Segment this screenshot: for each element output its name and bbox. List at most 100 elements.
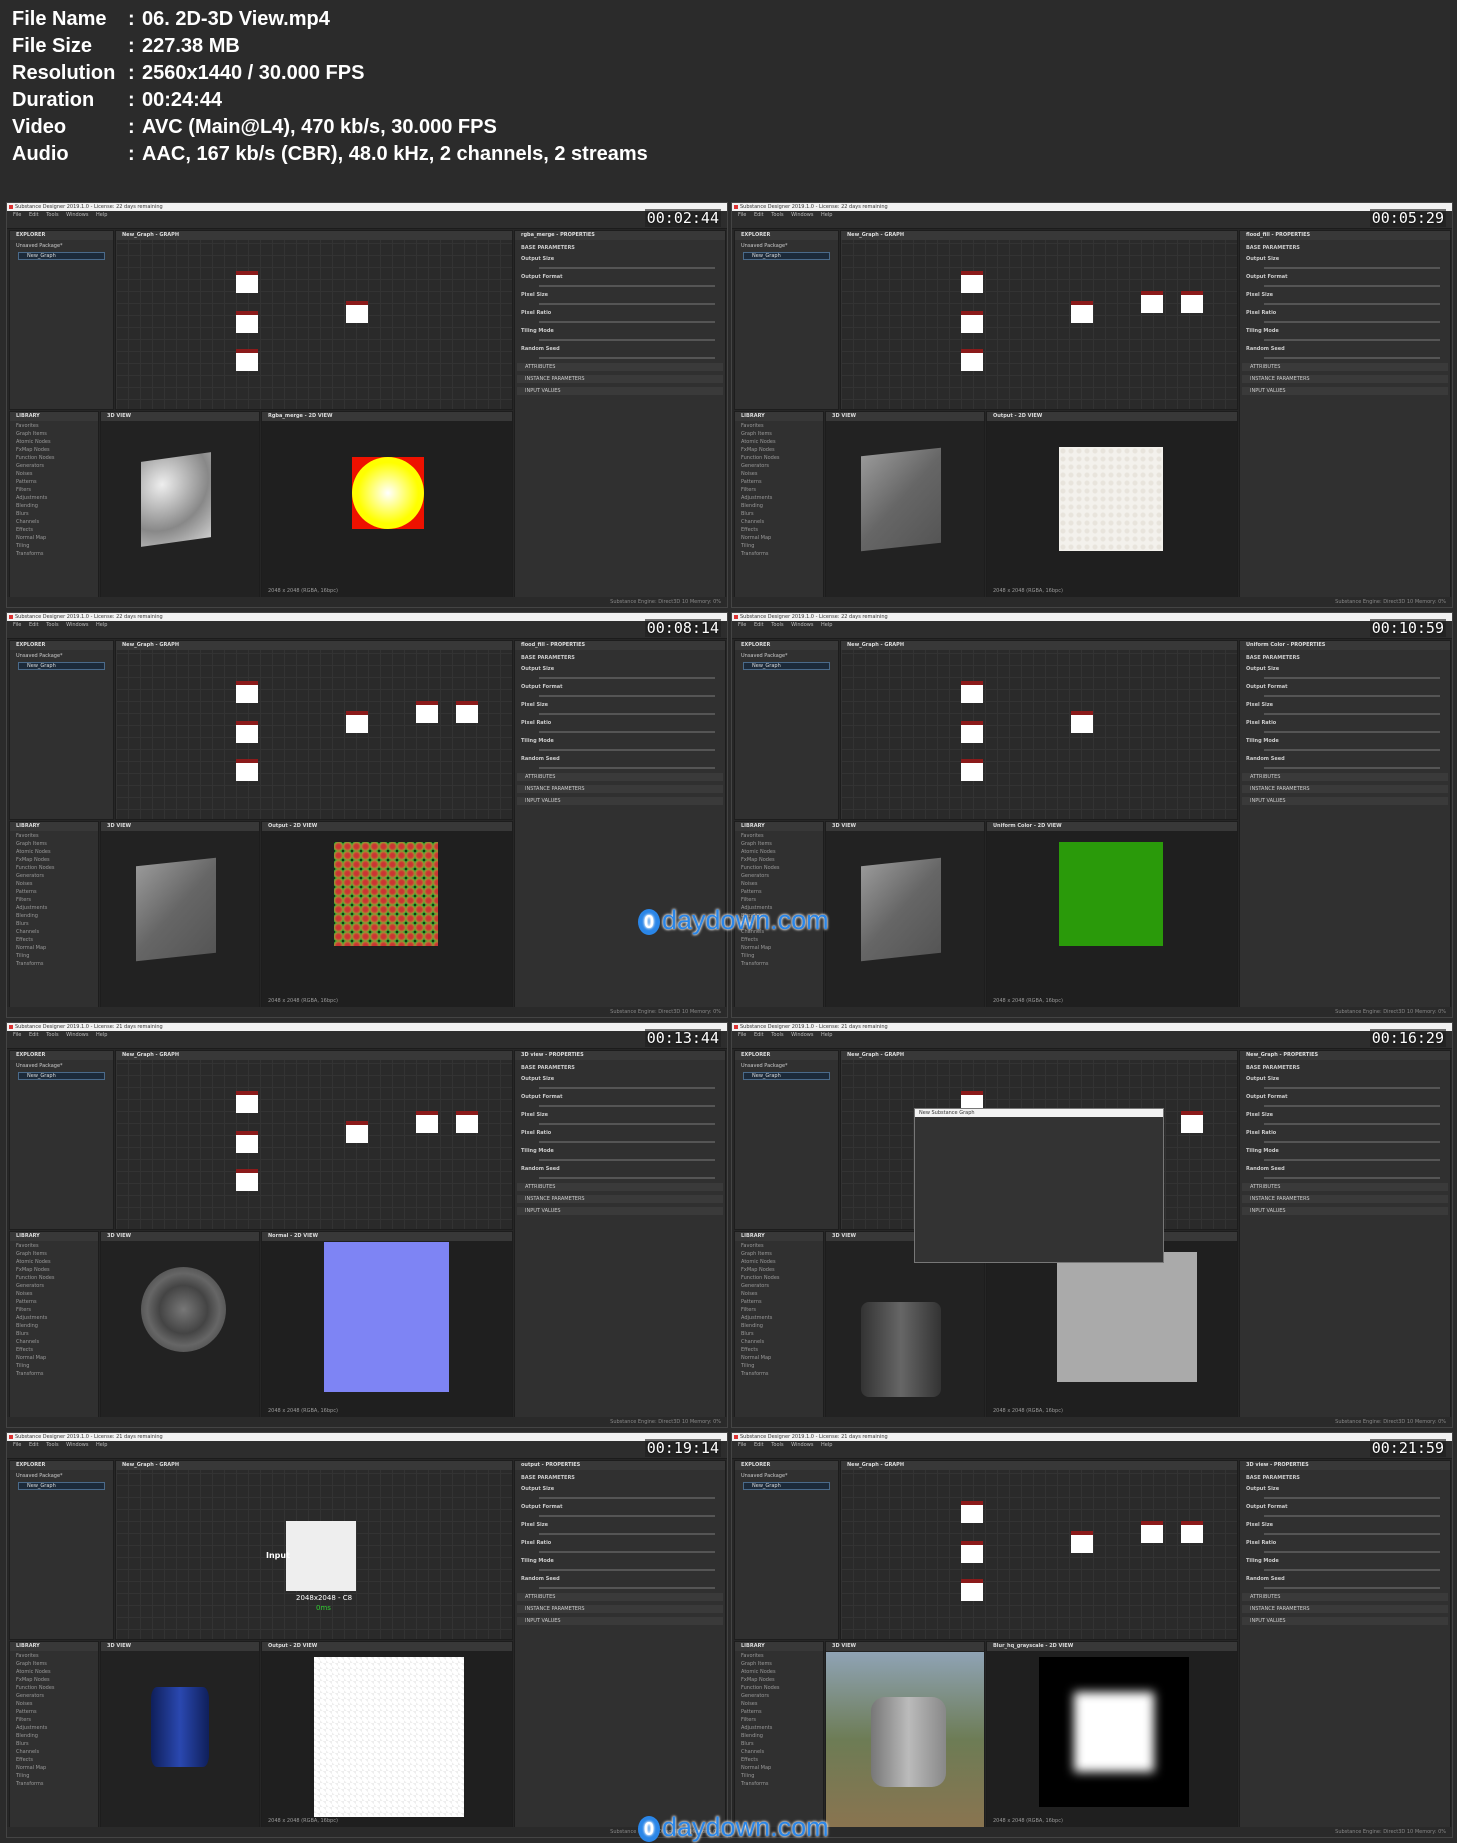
graph-node[interactable] [346, 711, 368, 733]
property-slider[interactable] [539, 1587, 715, 1589]
library-item[interactable]: Effects [741, 937, 817, 943]
library-item[interactable]: Transforms [741, 961, 817, 967]
library-item[interactable]: Effects [16, 1347, 92, 1353]
graph-item[interactable]: New_Graph [743, 662, 830, 670]
graph-panel[interactable]: New_Graph - GRAPH [115, 230, 513, 410]
graph-node[interactable] [346, 301, 368, 323]
library-item[interactable]: Adjustments [741, 1315, 817, 1321]
library-item[interactable]: Blending [16, 503, 92, 509]
property-slider[interactable] [1264, 303, 1440, 305]
library-item[interactable]: Noises [16, 471, 92, 477]
graph-node[interactable] [236, 271, 258, 293]
library-item[interactable]: Filters [16, 1717, 92, 1723]
2d-view-panel[interactable]: Output - 2D VIEW 2048 x 2048 (RGBA, 16bp… [986, 411, 1238, 599]
property-section[interactable]: INSTANCE PARAMETERS [1242, 1195, 1448, 1203]
property-section[interactable]: INSTANCE PARAMETERS [517, 375, 723, 383]
graph-node[interactable] [961, 721, 983, 743]
library-item[interactable]: Tiling [16, 1773, 92, 1779]
package-item[interactable]: Unsaved Package* [16, 1473, 107, 1479]
menu-bar[interactable]: File Edit Tools Windows Help [7, 1031, 727, 1039]
property-section[interactable]: INSTANCE PARAMETERS [517, 1605, 723, 1613]
library-item[interactable]: Generators [16, 1693, 92, 1699]
graph-node[interactable] [1071, 711, 1093, 733]
library-item[interactable]: Normal Map [16, 1765, 92, 1771]
property-section[interactable]: INPUT VALUES [517, 797, 723, 805]
video-thumbnail[interactable]: Substance Designer 2019.1.0 - License: 2… [731, 1432, 1453, 1838]
property-section[interactable]: ATTRIBUTES [1242, 773, 1448, 781]
library-item[interactable]: Function Nodes [741, 1685, 817, 1691]
property-slider[interactable] [1264, 1551, 1440, 1553]
graph-item[interactable]: New_Graph [743, 252, 830, 260]
graph-node[interactable] [236, 1169, 258, 1191]
graph-node[interactable] [236, 1091, 258, 1113]
property-slider[interactable] [539, 321, 715, 323]
library-item[interactable]: Patterns [16, 1709, 92, 1715]
graph-node[interactable] [961, 1501, 983, 1523]
library-item[interactable]: Blurs [16, 1331, 92, 1337]
graph-node[interactable] [346, 1121, 368, 1143]
property-section[interactable]: ATTRIBUTES [517, 773, 723, 781]
3d-view-panel[interactable]: 3D VIEW [100, 411, 260, 599]
video-thumbnail[interactable]: Substance Designer 2019.1.0 - License: 2… [731, 202, 1453, 608]
menu-bar[interactable]: File Edit Tools Windows Help [732, 621, 1452, 629]
property-slider[interactable] [539, 1569, 715, 1571]
graph-node[interactable] [961, 349, 983, 371]
graph-node[interactable] [1141, 1521, 1163, 1543]
library-item[interactable]: Filters [16, 1307, 92, 1313]
library-item[interactable]: Channels [741, 1339, 817, 1345]
menu-bar[interactable]: File Edit Tools Windows Help [7, 1441, 727, 1449]
library-item[interactable]: Blending [741, 1323, 817, 1329]
library-item[interactable]: Atomic Nodes [741, 849, 817, 855]
menu-bar[interactable]: File Edit Tools Windows Help [732, 211, 1452, 219]
library-item[interactable]: Atomic Nodes [16, 849, 92, 855]
video-thumbnail[interactable]: Substance Designer 2019.1.0 - License: 2… [731, 612, 1453, 1018]
package-item[interactable]: Unsaved Package* [741, 243, 832, 249]
3d-view-panel[interactable]: 3D VIEW [100, 1641, 260, 1829]
library-item[interactable]: FxMap Nodes [16, 857, 92, 863]
menu-bar[interactable]: File Edit Tools Windows Help [732, 1031, 1452, 1039]
library-item[interactable]: Function Nodes [16, 1685, 92, 1691]
library-item[interactable]: Favorites [741, 1653, 817, 1659]
library-item[interactable]: Transforms [741, 1371, 817, 1377]
property-slider[interactable] [1264, 1569, 1440, 1571]
property-section[interactable]: ATTRIBUTES [517, 1593, 723, 1601]
property-section[interactable]: INSTANCE PARAMETERS [1242, 1605, 1448, 1613]
library-item[interactable]: Generators [741, 873, 817, 879]
library-item[interactable]: Normal Map [16, 945, 92, 951]
property-slider[interactable] [1264, 677, 1440, 679]
library-item[interactable]: Channels [16, 519, 92, 525]
property-slider[interactable] [539, 1123, 715, 1125]
3d-view-panel[interactable]: 3D VIEW [100, 821, 260, 1009]
property-slider[interactable] [1264, 1177, 1440, 1179]
library-item[interactable]: Noises [741, 1291, 817, 1297]
property-slider[interactable] [539, 695, 715, 697]
library-item[interactable]: Patterns [741, 1709, 817, 1715]
library-item[interactable]: Blurs [16, 511, 92, 517]
library-item[interactable]: Favorites [16, 833, 92, 839]
2d-view-panel[interactable]: Blur_hq_grayscale - 2D VIEW 2048 x 2048 … [986, 1641, 1238, 1829]
library-item[interactable]: Favorites [741, 833, 817, 839]
library-item[interactable]: Blurs [16, 1741, 92, 1747]
2d-view-panel[interactable]: Uniform Color - 2D VIEW 2048 x 2048 (RGB… [986, 821, 1238, 1009]
library-item[interactable]: Favorites [741, 423, 817, 429]
graph-panel[interactable]: New_Graph - GRAPH [840, 1460, 1238, 1640]
graph-node[interactable] [416, 1111, 438, 1133]
property-section[interactable]: INPUT VALUES [1242, 387, 1448, 395]
library-item[interactable]: Patterns [16, 479, 92, 485]
video-thumbnail[interactable]: Substance Designer 2019.1.0 - License: 2… [6, 1022, 728, 1428]
graph-item[interactable]: New_Graph [743, 1072, 830, 1080]
property-section[interactable]: INSTANCE PARAMETERS [1242, 375, 1448, 383]
property-slider[interactable] [539, 1551, 715, 1553]
property-slider[interactable] [539, 1141, 715, 1143]
library-item[interactable]: Graph Items [741, 1661, 817, 1667]
graph-node[interactable] [1071, 1531, 1093, 1553]
library-item[interactable]: Function Nodes [16, 1275, 92, 1281]
property-slider[interactable] [1264, 321, 1440, 323]
library-item[interactable]: Normal Map [741, 945, 817, 951]
property-section[interactable]: ATTRIBUTES [1242, 1183, 1448, 1191]
library-item[interactable]: Channels [16, 929, 92, 935]
library-item[interactable]: Filters [741, 1717, 817, 1723]
graph-node[interactable] [236, 759, 258, 781]
library-item[interactable]: Patterns [741, 1299, 817, 1305]
library-item[interactable]: Tiling [741, 1773, 817, 1779]
